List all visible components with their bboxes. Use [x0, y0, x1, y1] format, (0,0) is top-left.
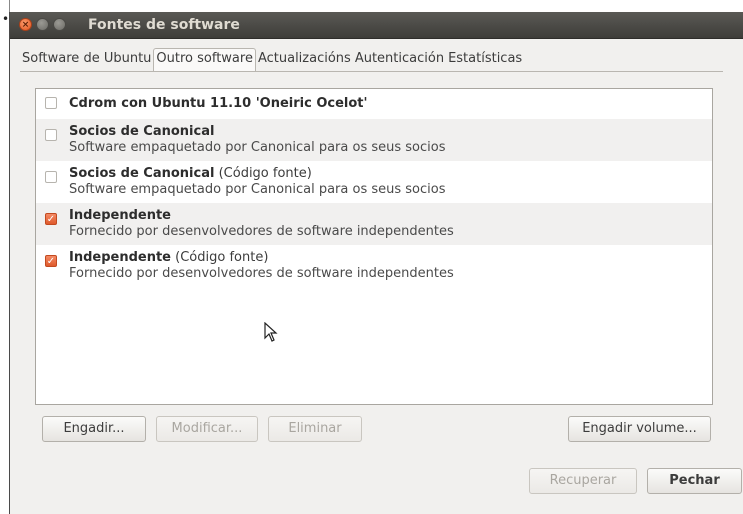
sources-list: Cdrom con Ubuntu 11.10 'Oneiric Ocelot' … — [35, 88, 713, 405]
source-checkbox-checked[interactable]: ✓ — [45, 213, 57, 225]
source-checkbox-checked[interactable]: ✓ — [45, 255, 57, 267]
source-checkbox[interactable] — [45, 171, 57, 183]
source-name: Socios de Canonical — [69, 124, 215, 139]
close-window-icon[interactable]: × — [19, 18, 32, 31]
tab-bar: Software de Ubuntu Outro software Actual… — [20, 48, 524, 72]
source-checkbox[interactable] — [45, 97, 57, 109]
list-item[interactable]: Socios de Canonical Software empaquetado… — [36, 119, 712, 161]
tab-other-software[interactable]: Outro software — [153, 48, 256, 72]
modify-button[interactable]: Modificar... — [156, 416, 258, 442]
source-suffix: (Código fonte) — [171, 250, 269, 265]
add-volume-button[interactable]: Engadir volume... — [568, 416, 711, 442]
list-item[interactable]: Cdrom con Ubuntu 11.10 'Oneiric Ocelot' — [36, 89, 712, 119]
remove-button[interactable]: Eliminar — [268, 416, 362, 442]
revert-button[interactable]: Recuperar — [529, 468, 637, 494]
add-button[interactable]: Engadir... — [42, 416, 146, 442]
source-description: Fornecido por desenvolvedores de softwar… — [69, 224, 454, 239]
source-name: Socios de Canonical — [69, 166, 215, 181]
list-item[interactable]: ✓ Independente (Código fonte) Fornecido … — [36, 245, 712, 287]
source-description: Fornecido por desenvolvedores de softwar… — [69, 266, 454, 281]
window-title: Fontes de software — [88, 17, 240, 33]
tab-authentication[interactable]: Autenticación — [353, 48, 446, 72]
tab-statistics[interactable]: Estatísticas — [446, 48, 524, 72]
mouse-cursor-icon — [264, 322, 278, 342]
title-bar[interactable]: × Fontes de software — [10, 12, 743, 39]
connector-line — [9, 0, 10, 12]
list-item[interactable]: Socios de Canonical (Código fonte) Softw… — [36, 161, 712, 203]
close-button[interactable]: Pechar — [647, 468, 742, 494]
list-item[interactable]: ✓ Independente Fornecido por desenvolved… — [36, 203, 712, 245]
source-description: Software empaquetado por Canonical para … — [69, 140, 446, 155]
tab-updates[interactable]: Actualizacións — [256, 48, 353, 72]
source-name: Independente — [69, 208, 172, 223]
source-description: Software empaquetado por Canonical para … — [69, 182, 446, 197]
minimize-window-icon[interactable] — [36, 18, 49, 31]
maximize-window-icon[interactable] — [53, 18, 66, 31]
source-checkbox[interactable] — [45, 129, 57, 141]
source-name: Cdrom con Ubuntu 11.10 'Oneiric Ocelot' — [69, 96, 368, 111]
source-suffix: (Código fonte) — [214, 166, 312, 181]
source-name: Independente — [69, 250, 172, 265]
tab-ubuntu-software[interactable]: Software de Ubuntu — [20, 48, 153, 72]
